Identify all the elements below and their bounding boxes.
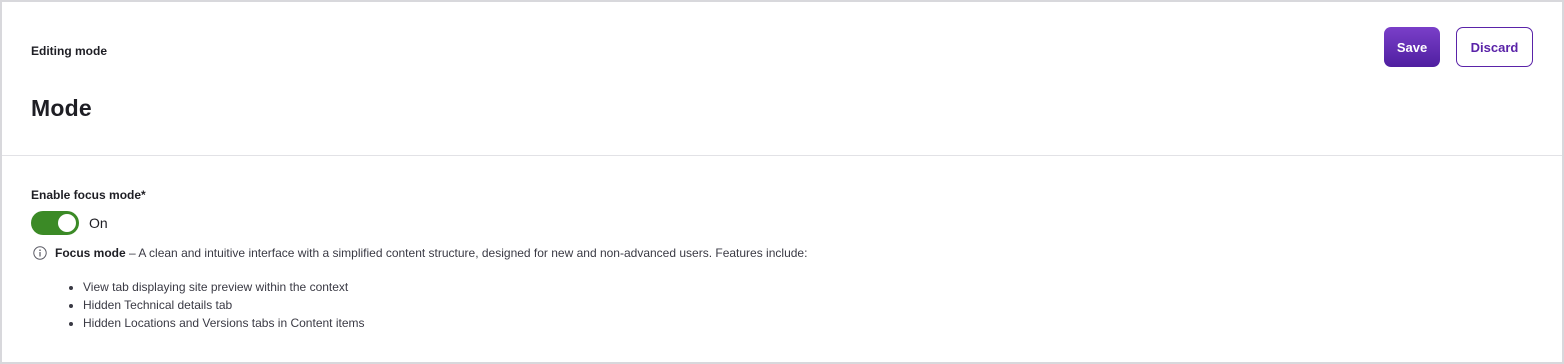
settings-panel: Editing mode Mode Save Discard Enable fo… xyxy=(0,0,1564,364)
discard-button[interactable]: Discard xyxy=(1456,27,1533,67)
page-title: Mode xyxy=(31,95,92,121)
list-item: Hidden Technical details tab xyxy=(83,296,365,314)
toggle-state-label: On xyxy=(89,215,108,231)
focus-mode-info: Focus mode – A clean and intuitive inter… xyxy=(33,246,807,260)
list-item: Hidden Locations and Versions tabs in Co… xyxy=(83,314,365,332)
info-title: Focus mode xyxy=(55,246,126,260)
info-icon xyxy=(33,246,47,260)
page-subtitle: Editing mode xyxy=(31,44,107,58)
save-button[interactable]: Save xyxy=(1384,27,1440,67)
page-header: Editing mode Mode Save Discard xyxy=(2,2,1562,156)
feature-list: View tab displaying site preview within … xyxy=(67,278,365,332)
focus-mode-toggle[interactable] xyxy=(31,211,79,235)
focus-mode-label: Enable focus mode* xyxy=(31,188,146,202)
list-item: View tab displaying site preview within … xyxy=(83,278,365,296)
info-description: – A clean and intuitive interface with a… xyxy=(125,246,808,260)
toggle-knob xyxy=(58,214,76,232)
